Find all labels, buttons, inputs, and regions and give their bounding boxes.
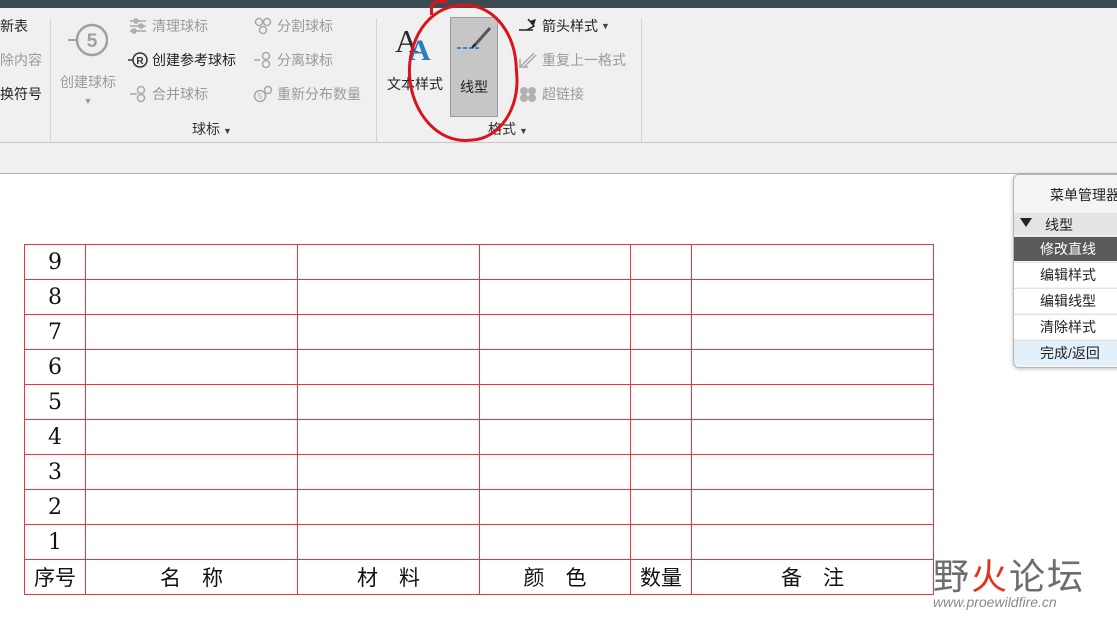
cleanup-balloons-button[interactable]: 清理球标 <box>128 16 208 36</box>
arrow-style-label: 箭头样式 <box>542 18 598 34</box>
submenu-header[interactable]: 线型 <box>1014 213 1117 235</box>
ribbon: 新表 除内容 换符号 5 创建球标 ▼ 清理球标 R 创建参考球标 合并球标 分… <box>0 8 1117 146</box>
merge-balloons-button[interactable]: 合并球标 <box>128 84 208 104</box>
title-bar-strip <box>0 0 1117 8</box>
ribbon-separator <box>641 18 642 146</box>
split-balloons-icon <box>253 17 273 35</box>
header-material[interactable]: 材 料 <box>297 559 480 595</box>
header-remarks[interactable]: 备 注 <box>691 559 934 595</box>
new-table-button[interactable]: 新表 <box>0 16 28 36</box>
menu-item-edit-style[interactable]: 编辑样式 <box>1014 262 1117 287</box>
svg-text:5: 5 <box>258 92 263 101</box>
repeat-format-button[interactable]: 重复上一格式 <box>518 50 626 70</box>
new-table-label: 新表 <box>0 18 28 34</box>
menu-item-clear-style[interactable]: 清除样式 <box>1014 314 1117 339</box>
header-quantity[interactable]: 数量 <box>630 559 692 595</box>
table-row: 4 <box>24 419 934 455</box>
create-ref-balloon-button[interactable]: R 创建参考球标 <box>128 50 236 70</box>
hyperlink-icon <box>518 85 538 103</box>
svg-text:R: R <box>136 56 144 67</box>
submenu-label: 线型 <box>1045 217 1073 233</box>
row-index-cell[interactable]: 4 <box>24 419 86 455</box>
swap-symbol-button[interactable]: 换符号 <box>0 84 42 104</box>
menu-item-done-return[interactable]: 完成/返回 <box>1014 340 1117 365</box>
menu-item-edit-linetype[interactable]: 编辑线型 <box>1014 288 1117 313</box>
table-row: 2 <box>24 489 934 525</box>
detach-balloons-label: 分离球标 <box>277 52 333 68</box>
balloon-5-icon: 5 <box>68 20 109 60</box>
table-row: 3 <box>24 454 934 490</box>
detach-balloons-icon <box>253 51 273 69</box>
remove-content-button[interactable]: 除内容 <box>0 50 42 70</box>
chevron-down-icon: ▼ <box>601 21 610 31</box>
bom-table: 9 8 7 6 5 4 3 2 1 序号 名 称 材 料 颜 色 数量 备 注 <box>24 244 934 595</box>
header-index[interactable]: 序号 <box>24 559 86 595</box>
detach-balloons-button[interactable]: 分离球标 <box>253 50 333 70</box>
menu-manager-title: 菜单管理器 <box>1050 187 1117 203</box>
row-index-cell[interactable]: 1 <box>24 524 86 560</box>
watermark-ye: 野 <box>933 556 972 597</box>
table-header-row: 序号 名 称 材 料 颜 色 数量 备 注 <box>24 559 934 595</box>
watermark-url: www.proewildfire.cn <box>933 594 1057 610</box>
header-color[interactable]: 颜 色 <box>479 559 631 595</box>
header-name[interactable]: 名 称 <box>85 559 298 595</box>
menu-manager: 菜单管理器 线型 修改直线 编辑样式 编辑线型 清除样式 完成/返回 <box>1013 174 1117 368</box>
row-index-cell[interactable]: 3 <box>24 454 86 490</box>
redistribute-qty-icon: 5 <box>253 85 273 103</box>
redistribute-qty-button[interactable]: 5 重新分布数量 <box>253 84 361 104</box>
row-index-cell[interactable]: 5 <box>24 384 86 420</box>
redistribute-qty-label: 重新分布数量 <box>277 86 361 102</box>
svg-text:5: 5 <box>87 31 98 52</box>
row-index-cell[interactable]: 2 <box>24 489 86 525</box>
balloon-group-label-text: 球标 <box>192 121 220 137</box>
row-index-cell[interactable]: 8 <box>24 279 86 315</box>
repeat-format-label: 重复上一格式 <box>542 52 626 68</box>
watermark-huo: 火 <box>971 556 1010 597</box>
ribbon-footer-bar <box>0 142 1117 174</box>
create-ref-balloon-label: 创建参考球标 <box>152 52 236 68</box>
row-index-cell[interactable]: 9 <box>24 244 86 280</box>
balloon-group-label[interactable]: 球标 ▼ <box>192 119 232 139</box>
ref-balloon-icon: R <box>128 51 148 69</box>
split-balloons-label: 分割球标 <box>277 18 333 34</box>
row-index-cell[interactable]: 6 <box>24 349 86 385</box>
collapse-triangle-icon <box>1020 218 1032 227</box>
remove-content-label: 除内容 <box>0 52 42 68</box>
merge-balloons-label: 合并球标 <box>152 86 208 102</box>
ribbon-separator <box>376 18 377 146</box>
annotation-circle-tail <box>430 0 447 15</box>
ribbon-separator <box>50 18 51 146</box>
merge-balloons-icon <box>128 85 148 103</box>
repeat-format-icon <box>518 51 538 69</box>
table-row: 6 <box>24 349 934 385</box>
create-balloon-button[interactable]: 5 创建球标 ▼ <box>56 16 120 106</box>
table-row: 5 <box>24 384 934 420</box>
table-row: 7 <box>24 314 934 350</box>
table-row: 1 <box>24 524 934 560</box>
create-balloon-label: 创建球标 <box>60 74 116 90</box>
table-row: 9 <box>24 244 934 280</box>
cleanup-balloons-icon <box>128 17 148 35</box>
hyperlink-label: 超链接 <box>542 86 584 102</box>
table-row: 8 <box>24 279 934 315</box>
arrow-style-icon <box>518 17 538 35</box>
watermark-luntan: 论坛 <box>1009 556 1086 597</box>
menu-item-modify-line[interactable]: 修改直线 <box>1014 236 1117 261</box>
hyperlink-button[interactable]: 超链接 <box>518 84 584 104</box>
split-balloons-button[interactable]: 分割球标 <box>253 16 333 36</box>
chevron-down-icon: ▼ <box>519 126 528 136</box>
chevron-down-icon: ▼ <box>83 96 93 106</box>
arrow-style-button[interactable]: 箭头样式 ▼ <box>518 16 610 36</box>
swap-symbol-label: 换符号 <box>0 86 42 102</box>
forum-watermark: 野火论坛 <box>933 548 1085 600</box>
chevron-down-icon: ▼ <box>223 126 232 136</box>
cleanup-balloons-label: 清理球标 <box>152 18 208 34</box>
row-index-cell[interactable]: 7 <box>24 314 86 350</box>
